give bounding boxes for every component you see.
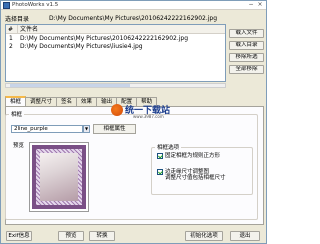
tab-frame[interactable]: 相框 [5,96,27,106]
frame-group-label: 相框 [9,110,25,118]
exif-info-button[interactable]: Exif信息 [6,231,32,241]
tab-output[interactable]: 输出 [96,97,118,106]
app-window: PhotoWorks v1.5 − × 选择目录 D:\My Documents… [0,0,267,244]
file-list-header: # 文件名 [6,25,225,34]
frame-select[interactable]: 2line_purple [11,125,83,133]
remove-selected-button[interactable]: 移除所选 [229,53,264,62]
load-folder-button[interactable]: 载入目录 [229,41,264,50]
close-button[interactable]: × [256,2,264,9]
row-number: 2 [9,42,13,50]
remove-all-button[interactable]: 全部移除 [229,65,264,74]
preview-button[interactable]: 预览 [58,231,84,241]
frame-properties-button[interactable]: 相框属性 [93,124,136,134]
edge-resize-option[interactable]: 边走缘尺寸调整图 调整尺寸值包括相框尺寸 [157,169,226,181]
reset-options-button[interactable]: 初始化选项 [185,231,223,241]
tab-config[interactable]: 配置 [116,97,138,106]
photo-frame [32,145,86,209]
app-icon [3,1,10,9]
tab-effects[interactable]: 效果 [76,97,98,106]
window-title: PhotoWorks v1.5 [12,2,59,8]
frame-options-label: 相框选项 [155,143,182,151]
row-number: 1 [9,34,13,42]
list-item[interactable]: 2 D:\My Documents\My Pictures\liusie4.jp… [6,42,225,50]
preview-label: 预览 [13,143,25,149]
edge-resize-label-2: 调整尺寸值包括相框尺寸 [165,175,226,181]
list-item[interactable]: 1 D:\My Documents\My Pictures\2010624222… [6,34,225,42]
minimize-button[interactable]: − [247,2,255,9]
file-actions: 载入文件 载入目录 移除所选 全部移除 [229,29,264,77]
edge-resize-checkbox[interactable] [157,169,163,175]
load-file-button[interactable]: 载入文件 [229,29,264,38]
column-header-number[interactable]: # [6,25,18,34]
tab-signature[interactable]: 签名 [56,97,78,106]
tab-resize[interactable]: 调整尺寸 [25,97,58,106]
preview-pane [29,142,89,212]
square-frame-label: 固定相框为规则正方形 [165,153,221,159]
column-header-filename[interactable]: 文件名 [18,25,38,34]
scrollbar-thumb[interactable] [10,84,130,87]
directory-row: 选择目录 D:\My Documents\My Pictures\2010624… [5,14,264,23]
exit-button[interactable]: 退出 [230,231,260,241]
row-filename: D:\My Documents\My Pictures\201062422221… [20,34,189,42]
directory-path: D:\My Documents\My Pictures\201062422221… [49,15,218,22]
tab-bar: 相框 调整尺寸 签名 效果 输出 配置 帮助 [5,96,158,106]
square-frame-option[interactable]: 固定相框为规则正方形 [157,153,220,159]
horizontal-scrollbar[interactable] [5,83,226,88]
directory-label: 选择目录 [5,16,30,23]
bottom-toolbar: Exif信息 预览 转换 初始化选项 退出 [1,228,268,242]
convert-button[interactable]: 转换 [89,231,115,241]
preview-image [40,153,78,201]
tab-help[interactable]: 帮助 [136,97,158,106]
file-list[interactable]: # 文件名 1 D:\My Documents\My Pictures\2010… [5,24,226,82]
title-bar: PhotoWorks v1.5 − × [1,1,266,10]
row-filename: D:\My Documents\My Pictures\liusie4.jpg [20,42,143,50]
chevron-down-icon[interactable]: ▼ [83,125,90,133]
square-frame-checkbox[interactable] [157,153,163,159]
